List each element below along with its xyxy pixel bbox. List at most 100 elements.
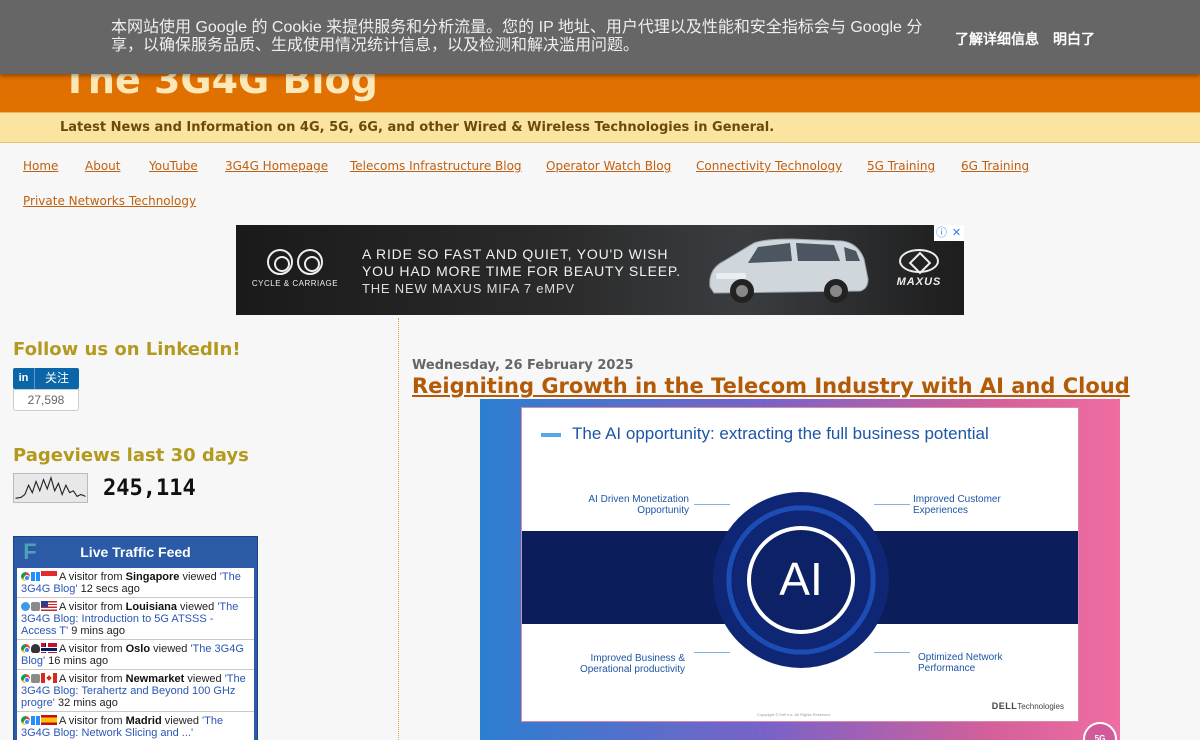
- dell-logo: DELLTechnologies: [992, 701, 1064, 711]
- canada-flag-icon: [41, 673, 57, 683]
- cookie-accept-button[interactable]: 明白了: [1053, 29, 1095, 49]
- linkedin-follower-count: 27,598: [13, 389, 79, 411]
- pageviews-heading: Pageviews last 30 days: [13, 445, 249, 466]
- spain-flag-icon: [41, 715, 57, 725]
- pageviews-count: 245,114: [103, 476, 196, 501]
- ad-line-3: THE NEW MAXUS MIFA 7 eMPV: [362, 281, 575, 296]
- tagline-bar: Latest News and Information on 4G, 5G, 6…: [0, 112, 1200, 143]
- safari-icon: [21, 602, 30, 611]
- connector-line: [874, 652, 910, 653]
- traffic-item: A visitor from Singapore viewed 'The 3G4…: [17, 568, 254, 598]
- linux-icon: [31, 644, 40, 653]
- nav-link-6g-training[interactable]: 6G Training: [961, 159, 1029, 173]
- live-traffic-header: F Live Traffic Feed: [14, 537, 257, 568]
- traffic-viewed: viewed: [184, 673, 225, 685]
- ad-line-1: A RIDE SO FAST AND QUIET, YOU'D WISH: [362, 246, 669, 262]
- ad-copy: A RIDE SO FAST AND QUIET, YOU'D WISH YOU…: [362, 246, 681, 297]
- linkedin-heading: Follow us on LinkedIn!: [13, 339, 241, 360]
- traffic-time: 16 mins ago: [45, 655, 109, 667]
- nav-link-operator-watch-blog[interactable]: Operator Watch Blog: [546, 159, 671, 173]
- traffic-prefix: A visitor from: [59, 643, 126, 655]
- pageviews-sparkline: [13, 473, 88, 503]
- traffic-viewed: viewed: [150, 643, 191, 655]
- cookie-learn-more-link[interactable]: 了解详细信息: [955, 29, 1039, 49]
- dell-suffix: Technologies: [1017, 702, 1064, 711]
- ad-close-icon[interactable]: ✕: [949, 225, 964, 241]
- traffic-location: Madrid: [125, 715, 162, 727]
- post-title-link[interactable]: Reigniting Growth in the Telecom Industr…: [412, 374, 1130, 398]
- ai-circle-graphic: AI: [713, 492, 889, 668]
- label-monetization: AI Driven Monetization Opportunity: [588, 494, 689, 516]
- chrome-icon: [21, 644, 30, 653]
- advertisement-banner[interactable]: CYCLE & CARRIAGE A RIDE SO FAST AND QUIE…: [236, 225, 964, 315]
- windows-icon: [31, 572, 40, 581]
- linkedin-follow-button[interactable]: in 关注: [13, 368, 79, 389]
- label-network-performance: Optimized Network Performance: [918, 652, 1003, 674]
- nav-link-home[interactable]: Home: [23, 159, 58, 173]
- feedjit-logo-icon: F: [23, 539, 37, 564]
- chrome-icon: [21, 572, 30, 581]
- ad-choices: ⓘ ✕: [934, 225, 964, 241]
- traffic-list: A visitor from Singapore viewed 'The 3G4…: [17, 568, 254, 740]
- traffic-prefix: A visitor from: [59, 715, 126, 727]
- maxus-emblem-icon: [899, 249, 939, 273]
- mac-icon: [31, 674, 40, 683]
- traffic-viewed: viewed: [161, 715, 203, 727]
- dell-brand: DELL: [991, 701, 1018, 711]
- column-divider: [398, 318, 399, 740]
- slide-title-accent: [541, 433, 561, 437]
- nav-link-youtube[interactable]: YouTube: [149, 159, 198, 173]
- us-flag-icon: [41, 601, 57, 611]
- cycle-carriage-logo: CYCLE & CARRIAGE: [250, 249, 340, 288]
- slide-content: The AI opportunity: extracting the full …: [521, 407, 1079, 722]
- nav-link-about[interactable]: About: [85, 159, 120, 173]
- ai-label: AI: [779, 553, 823, 605]
- traffic-item: A visitor from Oslo viewed 'The 3G4G Blo…: [17, 640, 254, 670]
- blog-tagline: Latest News and Information on 4G, 5G, 6…: [60, 120, 775, 135]
- ad-brand-right: MAXUS: [896, 276, 942, 288]
- traffic-time: 32 mins ago: [54, 697, 118, 709]
- post-image[interactable]: The AI opportunity: extracting the full …: [480, 399, 1120, 740]
- maxus-logo: MAXUS: [886, 249, 952, 288]
- traffic-location: Newmarket: [125, 673, 185, 685]
- traffic-location: Louisiana: [125, 601, 177, 613]
- logo-circle-icon: [297, 249, 323, 275]
- traffic-location: Singapore: [125, 571, 180, 583]
- nav-link-connectivity-technology[interactable]: Connectivity Technology: [696, 159, 842, 173]
- nav-link-private-networks-technology[interactable]: Private Networks Technology: [23, 194, 196, 208]
- linkedin-icon: in: [13, 368, 35, 389]
- ad-info-icon[interactable]: ⓘ: [934, 225, 949, 241]
- chrome-icon: [21, 674, 30, 683]
- ai-core: AI: [747, 526, 855, 634]
- slide-copyright: Copyright © Dell Inc. All Rights Reserve…: [757, 712, 831, 717]
- norway-flag-icon: [41, 643, 57, 653]
- connector-line: [694, 504, 730, 505]
- live-traffic-title: Live Traffic Feed: [80, 544, 191, 560]
- windows-icon: [31, 716, 40, 725]
- slide-badge: 5G: [1083, 722, 1117, 740]
- nav-link-5g-training[interactable]: 5G Training: [867, 159, 935, 173]
- ad-brand-left: CYCLE & CARRIAGE: [251, 279, 339, 288]
- label-customer-experiences: Improved Customer Experiences: [913, 494, 1001, 516]
- cookie-notice-text: 本网站使用 Google 的 Cookie 来提供服务和分析流量。您的 IP 地…: [111, 19, 923, 54]
- slide-title: The AI opportunity: extracting the full …: [572, 424, 989, 443]
- connector-line: [694, 652, 730, 653]
- traffic-prefix: A visitor from: [59, 601, 126, 613]
- car-image: [709, 238, 869, 303]
- linkedin-follow-label: 关注: [35, 368, 79, 389]
- mac-icon: [31, 602, 40, 611]
- traffic-prefix: A visitor from: [59, 673, 126, 685]
- nav-link-telecoms-infrastructure-blog[interactable]: Telecoms Infrastructure Blog: [350, 159, 522, 173]
- traffic-location: Oslo: [125, 643, 151, 655]
- live-traffic-feed: F Live Traffic Feed A visitor from Singa…: [13, 536, 258, 740]
- traffic-item: A visitor from Madrid viewed 'The 3G4G B…: [17, 712, 254, 740]
- traffic-item: A visitor from Newmarket viewed 'The 3G4…: [17, 670, 254, 712]
- post-date: Wednesday, 26 February 2025: [412, 358, 634, 373]
- singapore-flag-icon: [41, 571, 57, 581]
- nav-link-3g4g-homepage[interactable]: 3G4G Homepage: [225, 159, 328, 173]
- ad-line-2: YOU HAD MORE TIME FOR BEAUTY SLEEP.: [362, 263, 681, 279]
- label-business-productivity: Improved Business & Operational producti…: [579, 653, 685, 675]
- traffic-time: 12 secs ago: [77, 583, 140, 595]
- connector-line: [874, 504, 910, 505]
- traffic-viewed: viewed: [176, 601, 218, 613]
